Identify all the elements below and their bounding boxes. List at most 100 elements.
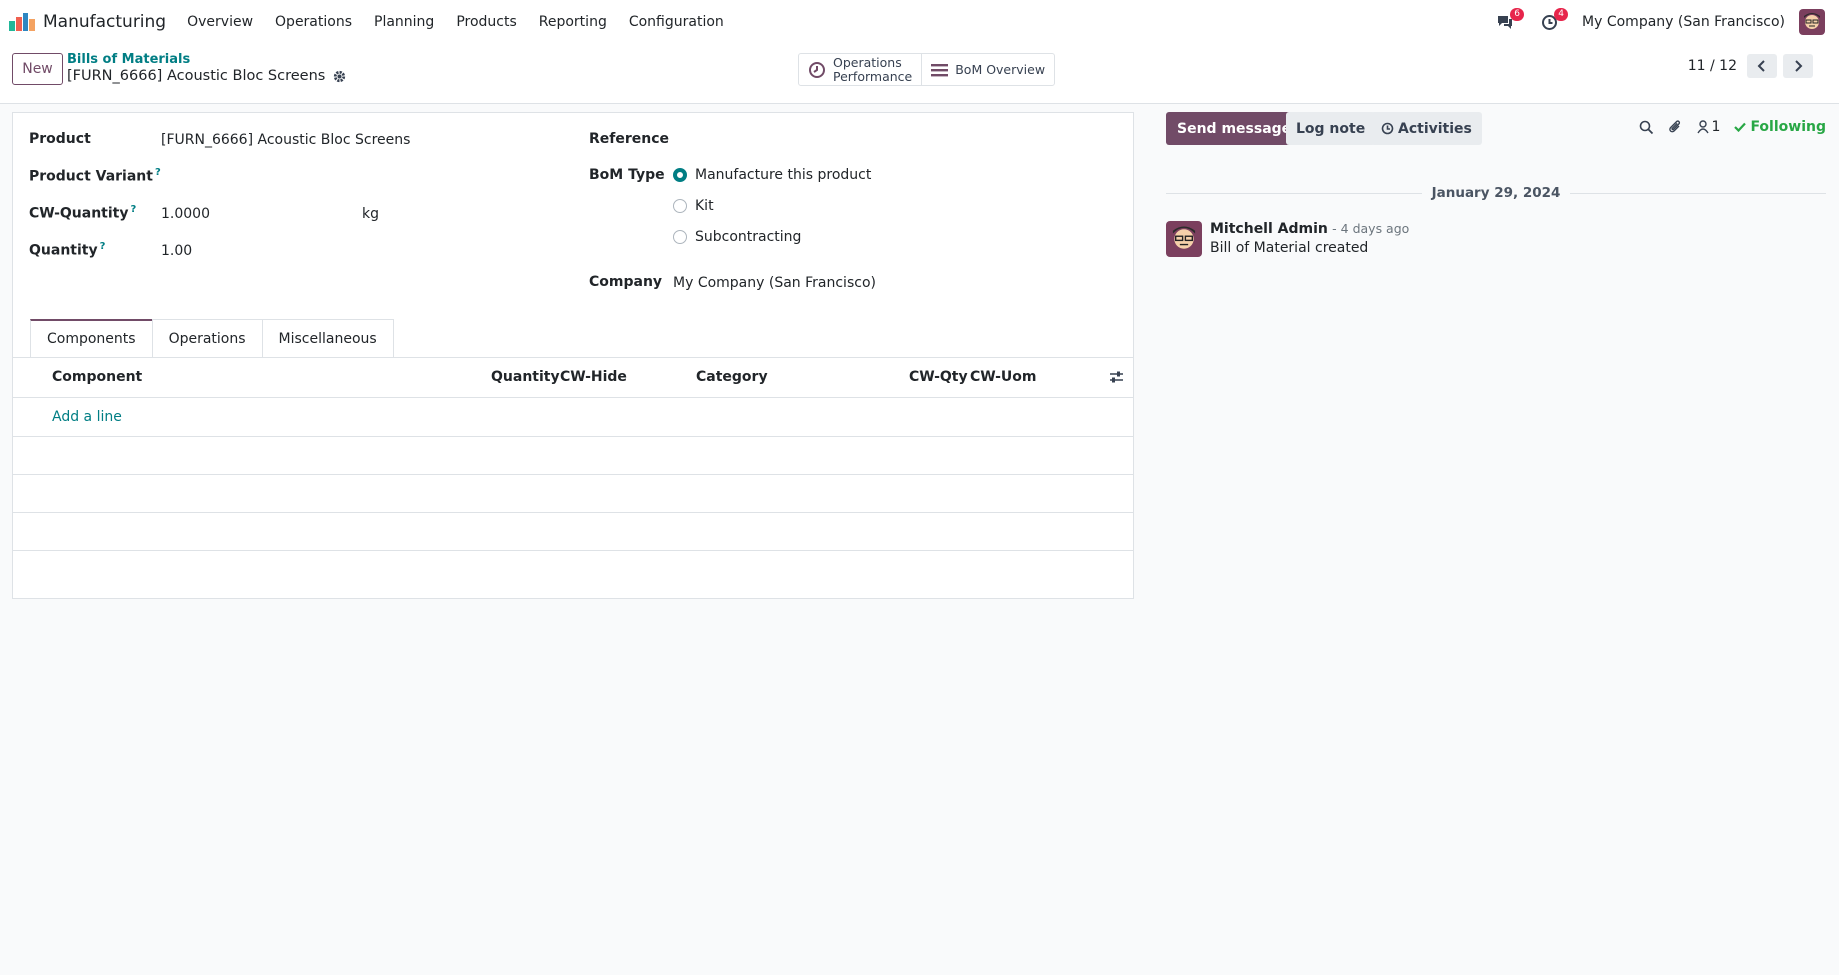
add-a-line-link[interactable]: Add a line bbox=[52, 409, 122, 425]
bom-type-manufacture-label: Manufacture this product bbox=[695, 167, 872, 183]
breadcrumb-current: [FURN_6666] Acoustic Bloc Screens bbox=[67, 68, 346, 84]
activities-button[interactable]: Activities bbox=[1371, 112, 1482, 145]
cw-quantity-label: CW-Quantity? bbox=[29, 204, 136, 222]
reference-field[interactable] bbox=[673, 131, 1113, 151]
bom-type-subcontracting-radio[interactable]: Subcontracting bbox=[673, 229, 801, 245]
following-button[interactable]: Following bbox=[1734, 119, 1826, 135]
activities-label: Activities bbox=[1398, 120, 1472, 137]
user-avatar-icon bbox=[1799, 9, 1825, 35]
column-quantity[interactable]: Quantity bbox=[491, 369, 560, 385]
column-category[interactable]: Category bbox=[696, 369, 768, 385]
date-separator-line bbox=[1570, 193, 1826, 194]
activities-badge: 4 bbox=[1554, 8, 1569, 21]
product-field[interactable]: [FURN_6666] Acoustic Bloc Screens bbox=[161, 132, 410, 148]
bom-type-manufacture-radio[interactable]: Manufacture this product bbox=[673, 167, 871, 183]
pager: 11 / 12 bbox=[1688, 54, 1813, 78]
tab-miscellaneous[interactable]: Miscellaneous bbox=[261, 319, 394, 357]
search-icon[interactable] bbox=[1639, 120, 1654, 135]
message-timestamp: - 4 days ago bbox=[1332, 221, 1410, 236]
message-body: Bill of Material created bbox=[1210, 240, 1369, 256]
bom-type-subcontracting-label: Subcontracting bbox=[695, 229, 802, 245]
menu-products[interactable]: Products bbox=[445, 14, 527, 30]
smart-ops-line2: Performance bbox=[833, 68, 913, 84]
messages-badge: 6 bbox=[1510, 8, 1525, 21]
pager-value[interactable]: 11 / 12 bbox=[1688, 58, 1737, 74]
smart-buttons: Operations Performance BoM Overview bbox=[798, 53, 1056, 86]
followers-count: 1 bbox=[1711, 119, 1721, 135]
quantity-label: Quantity? bbox=[29, 241, 105, 259]
messages-button[interactable]: 6 bbox=[1494, 8, 1525, 33]
chevron-right-icon bbox=[1795, 60, 1803, 72]
menu-planning[interactable]: Planning bbox=[363, 14, 445, 30]
top-navbar: Manufacturing Overview Operations Planni… bbox=[0, 0, 1839, 44]
chevron-left-icon bbox=[1757, 60, 1765, 72]
cw-quantity-field[interactable]: 1.0000 bbox=[161, 206, 210, 222]
user-icon bbox=[1696, 120, 1709, 134]
product-variant-label: Product Variant? bbox=[29, 167, 161, 185]
bom-type-label: BoM Type bbox=[589, 167, 665, 183]
optional-columns-toggle[interactable] bbox=[1109, 370, 1124, 388]
bom-overview-label: BoM Overview bbox=[955, 61, 1046, 77]
help-tooltip-icon[interactable]: ? bbox=[155, 167, 161, 178]
menu-reporting[interactable]: Reporting bbox=[528, 14, 618, 30]
pager-next-button[interactable] bbox=[1783, 54, 1813, 78]
radio-selected-icon bbox=[673, 168, 687, 182]
cw-quantity-unit[interactable]: kg bbox=[362, 206, 379, 222]
menu-configuration[interactable]: Configuration bbox=[618, 14, 735, 30]
bom-overview-button[interactable]: BoM Overview bbox=[921, 54, 1054, 85]
product-variant-field[interactable] bbox=[161, 167, 461, 187]
gear-icon[interactable] bbox=[333, 70, 346, 83]
notebook-tabs: Components Operations Miscellaneous bbox=[30, 319, 394, 357]
table-row: Add a line bbox=[13, 399, 1133, 437]
column-component[interactable]: Component bbox=[52, 369, 142, 385]
form-sheet: Product [FURN_6666] Acoustic Bloc Screen… bbox=[12, 112, 1134, 599]
log-note-button[interactable]: Log note bbox=[1286, 112, 1376, 145]
bom-type-kit-radio[interactable]: Kit bbox=[673, 198, 714, 214]
manufacturing-app-icon[interactable] bbox=[9, 13, 35, 31]
control-panel: New Bills of Materials [FURN_6666] Acous… bbox=[0, 44, 1839, 104]
date-separator: January 29, 2024 bbox=[1166, 185, 1826, 203]
column-cw-hide[interactable]: CW-Hide bbox=[560, 369, 627, 385]
new-button[interactable]: New bbox=[12, 53, 63, 85]
app-name[interactable]: Manufacturing bbox=[43, 12, 166, 32]
reference-label: Reference bbox=[589, 131, 670, 147]
following-label: Following bbox=[1750, 119, 1826, 135]
chatter-message: Mitchell Admin - 4 days ago Bill of Mate… bbox=[1166, 221, 1409, 257]
column-cw-uom[interactable]: CW-Uom bbox=[970, 369, 1036, 385]
menu-overview[interactable]: Overview bbox=[176, 14, 264, 30]
help-tooltip-icon[interactable]: ? bbox=[100, 241, 106, 252]
message-author[interactable]: Mitchell Admin bbox=[1210, 221, 1328, 237]
tab-operations[interactable]: Operations bbox=[151, 319, 263, 357]
quantity-label-text: Quantity bbox=[29, 242, 98, 259]
chatter-tools: 1 Following bbox=[1639, 119, 1826, 135]
product-variant-label-text: Product Variant bbox=[29, 168, 153, 185]
company-switcher[interactable]: My Company (San Francisco) bbox=[1582, 14, 1785, 30]
user-avatar[interactable] bbox=[1799, 9, 1825, 35]
table-row bbox=[13, 475, 1133, 513]
operations-performance-button[interactable]: Operations Performance bbox=[799, 54, 921, 85]
clock-icon bbox=[809, 61, 825, 78]
list-icon bbox=[931, 63, 949, 76]
company-field[interactable]: My Company (San Francisco) bbox=[673, 275, 876, 291]
menu-operations[interactable]: Operations bbox=[264, 14, 363, 30]
cw-quantity-label-text: CW-Quantity bbox=[29, 205, 129, 222]
column-cw-qty[interactable]: CW-Qty bbox=[909, 369, 968, 385]
followers-button[interactable]: 1 bbox=[1696, 119, 1721, 135]
record-title: [FURN_6666] Acoustic Bloc Screens bbox=[67, 68, 326, 84]
breadcrumb-bills-of-materials[interactable]: Bills of Materials bbox=[67, 52, 190, 67]
main-menu: Overview Operations Planning Products Re… bbox=[176, 14, 735, 30]
quantity-field[interactable]: 1.00 bbox=[161, 243, 192, 259]
clock-icon bbox=[1381, 122, 1394, 135]
table-row bbox=[13, 437, 1133, 475]
paperclip-icon[interactable] bbox=[1668, 119, 1683, 135]
pager-previous-button[interactable] bbox=[1747, 54, 1777, 78]
author-avatar[interactable] bbox=[1166, 221, 1202, 257]
help-tooltip-icon[interactable]: ? bbox=[131, 204, 137, 215]
activities-button[interactable]: 4 bbox=[1538, 8, 1569, 33]
send-message-button[interactable]: Send message bbox=[1166, 112, 1303, 145]
table-row bbox=[13, 513, 1133, 551]
author-avatar-icon bbox=[1166, 221, 1202, 257]
tab-components[interactable]: Components bbox=[30, 319, 153, 357]
product-label: Product bbox=[29, 131, 91, 147]
radio-unselected-icon bbox=[673, 199, 687, 213]
